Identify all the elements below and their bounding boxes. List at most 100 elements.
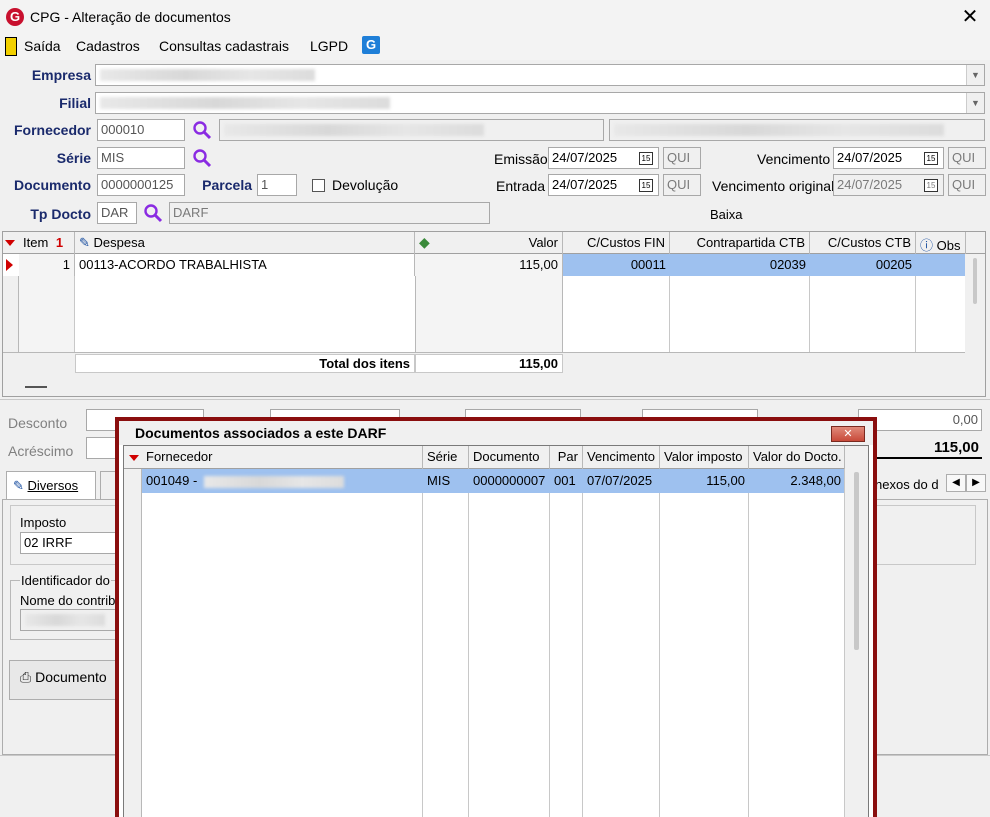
serie-input[interactable]: MIS [97,147,185,169]
documento-input[interactable]: 0000000125 [97,174,185,196]
dlg-row-fornecedor[interactable]: 001049 - [146,473,197,488]
acrescimo-label: Acréscimo [8,443,74,459]
documento-button[interactable]: ⎙ Documento [9,660,119,700]
row-despesa-cell[interactable]: 00113-ACORDO TRABALHISTA [75,254,415,276]
menu-lgpd[interactable]: LGPD [310,38,348,54]
entrada-date-value: 24/07/2025 [552,177,618,192]
vencimento-label: Vencimento [757,151,831,167]
tab-anexos[interactable]: nexos do d [875,477,939,492]
col-contrapartida-ctb[interactable]: Contrapartida CTB [670,232,810,254]
col-ccustos-ctb[interactable]: C/Custos CTB [810,232,916,254]
empresa-select[interactable]: ▼ [95,64,985,86]
documento-button-label: Documento [35,669,107,685]
search-icon[interactable] [143,203,163,223]
fornecedor-code-input[interactable]: 000010 [97,119,185,141]
document-search-icon: ⎙ [20,669,32,685]
tab-scroll-right-icon[interactable]: ▶ [966,474,986,492]
menu-saida[interactable]: Saída [24,38,61,54]
dlg-col-valor-imposto[interactable]: Valor imposto [660,446,749,469]
tp-docto-code-input[interactable]: DAR [97,202,137,224]
vencimento-original-day-field: QUI [948,174,986,196]
dlg-col-documento[interactable]: Documento [469,446,550,469]
dlg-row-par[interactable]: 001 [554,473,576,488]
nome-contribuinte-label: Nome do contrib [20,593,116,608]
dlg-row-valor-docto[interactable]: 2.348,00 [749,473,841,488]
emissao-date-value: 24/07/2025 [552,150,618,165]
acrescimo-input[interactable] [86,437,116,459]
dlg-row-valor-imposto[interactable]: 115,00 [660,473,745,488]
row-ccustos-ctb-cell[interactable]: 00205 [810,254,916,276]
dlg-col-par[interactable]: Par [550,446,583,469]
total-itens-value: 115,00 [415,354,563,373]
imposto-select[interactable]: 02 IRRF [20,532,120,554]
menu-cadastros[interactable]: Cadastros [76,38,140,54]
items-vertical-scrollbar[interactable] [965,254,985,374]
dlg-row-fornecedor-redacted [204,476,344,488]
dlg-col-serie[interactable]: Série [423,446,469,469]
calendar-icon: 15 [924,179,938,192]
tab-diversos[interactable]: ✎ Diversos [6,471,96,499]
search-icon[interactable] [192,120,212,140]
emissao-date-input[interactable]: 24/07/2025 15 [548,147,659,169]
close-window-button[interactable]: ✕ [958,4,982,30]
dlg-row-documento[interactable]: 0000000007 [473,473,545,488]
col-item[interactable]: Item 1 [19,232,75,254]
dlg-row-vencimento[interactable]: 07/07/2025 [587,473,652,488]
items-grid[interactable]: Item 1 ✎ Despesa ◆ Valor C/Custos FIN Co… [2,231,986,397]
vencimento-original-date-value: 24/07/2025 [837,177,903,192]
calendar-icon[interactable]: 15 [639,152,653,165]
fornecedor-doc-field [609,119,985,141]
dlg-indicator-column [124,469,142,817]
col-ccustos-fin[interactable]: C/Custos FIN [563,232,670,254]
entrada-date-input[interactable]: 24/07/2025 15 [548,174,659,196]
search-icon[interactable] [192,148,212,168]
sort-1-icon: 1 [55,235,64,250]
info-icon: ⓘ [920,238,934,253]
row-valor-cell[interactable]: 115,00 [415,254,563,276]
column-divider [468,493,469,817]
associated-documents-dialog[interactable]: Documentos associados a este DARF ✕ Forn… [115,417,877,817]
dialog-scroll-thumb[interactable] [854,472,859,650]
col-valor-label: Valor [528,235,558,250]
dialog-vertical-scrollbar[interactable] [845,446,868,817]
column-divider [809,276,810,352]
chevron-down-icon[interactable]: ▼ [966,65,984,85]
col-despesa[interactable]: ✎ Despesa [75,232,415,254]
items-scroll-thumb[interactable] [973,258,977,304]
exit-door-icon[interactable] [5,37,17,56]
dialog-close-button[interactable]: ✕ [831,426,865,442]
chevron-down-icon[interactable]: ▼ [966,93,984,113]
dialog-grid[interactable]: Fornecedor Série Documento Par Venciment… [123,445,869,817]
col-valor[interactable]: ◆ Valor [415,232,563,254]
parcela-input[interactable]: 1 [257,174,297,196]
tab-scroll-left-icon[interactable]: ◀ [946,474,966,492]
window-title: CPG - Alteração de documentos [30,9,231,25]
filial-select[interactable]: ▼ [95,92,985,114]
emissao-day-field: QUI [663,147,701,169]
column-divider [669,276,670,352]
vencimento-date-input[interactable]: 24/07/2025 15 [833,147,944,169]
pencil-icon: ✎ [79,235,90,250]
column-divider [748,493,749,817]
calendar-icon[interactable]: 15 [639,179,653,192]
dlg-col-valor-docto[interactable]: Valor do Docto. [749,446,845,469]
row-ccustos-fin-cell[interactable]: 00011 [563,254,670,276]
documento-label: Documento [14,177,91,193]
help-g-icon[interactable]: G [362,36,380,54]
dlg-col-vencimento[interactable]: Vencimento [583,446,660,469]
item-column-filler [19,276,75,352]
row-indicator-column [3,276,19,352]
empresa-label: Empresa [31,67,91,83]
row-obs-cell[interactable] [916,254,966,276]
col-obs[interactable]: ⓘ Obs [916,232,966,254]
devolucao-label: Devolução [332,177,399,193]
row-item-cell[interactable]: 1 [19,254,75,276]
dlg-col-fornecedor[interactable]: Fornecedor [142,446,423,469]
calendar-icon[interactable]: 15 [924,152,938,165]
menu-consultas-cadastrais[interactable]: Consultas cadastrais [159,38,289,54]
dlg-row-serie[interactable]: MIS [427,473,450,488]
row-contrapartida-cell[interactable]: 02039 [670,254,810,276]
collapse-handle[interactable] [25,386,47,388]
devolucao-checkbox[interactable] [312,179,325,192]
parcela-label: Parcela [202,177,252,193]
